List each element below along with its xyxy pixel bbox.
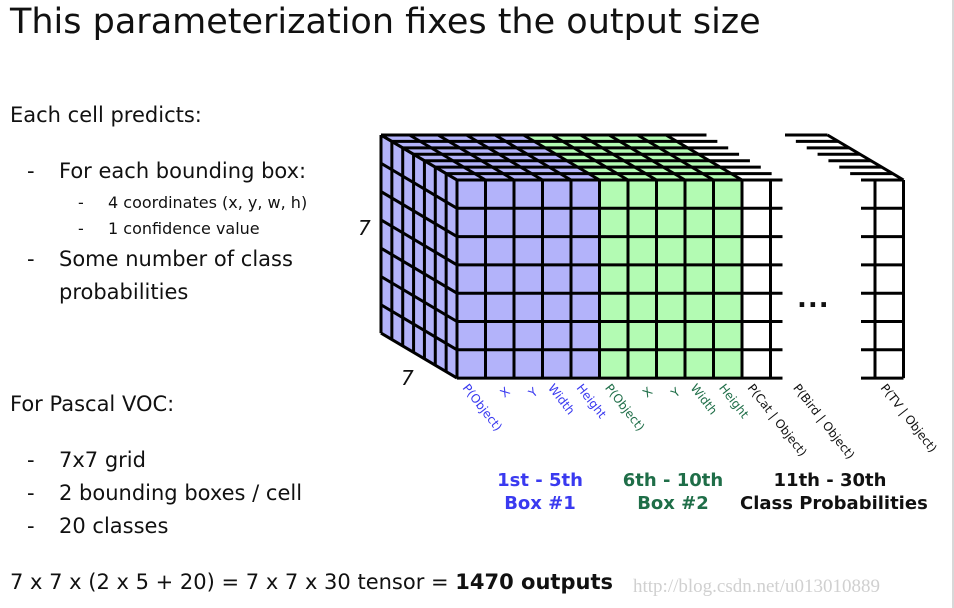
front-cell xyxy=(713,321,742,350)
front-cell xyxy=(656,264,685,294)
front-cell xyxy=(656,321,685,350)
front-cell xyxy=(485,349,514,379)
front-cell xyxy=(485,293,514,322)
front-cell xyxy=(542,293,571,322)
front-cell xyxy=(599,180,628,209)
front-cell xyxy=(656,236,685,265)
front-cell xyxy=(628,321,657,350)
group-box2-range: 6th - 10th xyxy=(622,470,724,491)
front-cell xyxy=(571,293,600,322)
front-cell xyxy=(628,180,657,209)
front-cell xyxy=(685,293,714,322)
grid-height-label: 7 xyxy=(358,216,371,240)
front-cell xyxy=(628,208,657,237)
front-cell xyxy=(571,208,600,237)
front-cell xyxy=(599,208,628,237)
front-cell xyxy=(457,236,486,265)
channel-label: P(TV | Object) xyxy=(878,381,940,455)
front-cell xyxy=(713,349,742,379)
front-cell xyxy=(742,293,771,322)
front-cell xyxy=(457,180,486,209)
front-cell xyxy=(514,180,543,209)
channel-label: Width xyxy=(688,381,721,417)
front-cell xyxy=(685,180,714,209)
front-cell xyxy=(542,349,571,379)
front-cell xyxy=(571,236,600,265)
front-cell xyxy=(514,208,543,237)
front-cell xyxy=(742,180,771,209)
front-cell xyxy=(599,264,628,294)
front-cell xyxy=(685,208,714,237)
front-cell xyxy=(514,349,543,379)
front-cell xyxy=(514,264,543,294)
grid-width-label: 7 xyxy=(401,366,414,390)
front-cell xyxy=(485,236,514,265)
front-cell xyxy=(485,180,514,209)
group-box1: 1st - 5th Box #1 xyxy=(480,469,600,515)
front-cell xyxy=(628,293,657,322)
front-cell xyxy=(742,208,771,237)
front-cell xyxy=(599,293,628,322)
front-cell xyxy=(656,180,685,209)
front-cell xyxy=(457,208,486,237)
channel-label: Y xyxy=(525,384,541,401)
front-cell xyxy=(656,208,685,237)
group-box2: 6th - 10th Box #2 xyxy=(603,469,743,515)
front-cell xyxy=(628,349,657,379)
group-classes-name: Class Probabilities xyxy=(740,493,928,514)
front-cell xyxy=(599,321,628,350)
watermark: http://blog.csdn.net/u013010889 xyxy=(633,576,880,597)
group-box1-name: Box #1 xyxy=(504,493,576,514)
front-cell xyxy=(656,293,685,322)
front-cell xyxy=(485,321,514,350)
ellipsis: ... xyxy=(797,284,830,314)
front-cell xyxy=(485,264,514,294)
front-cell xyxy=(571,180,600,209)
front-cell xyxy=(457,321,486,350)
group-classes-range: 11th - 30th xyxy=(773,470,887,491)
front-cell xyxy=(457,349,486,379)
front-cell xyxy=(485,208,514,237)
front-cell xyxy=(685,236,714,265)
front-cell xyxy=(571,264,600,294)
front-cell xyxy=(457,264,486,294)
front-cell xyxy=(713,236,742,265)
front-cell xyxy=(542,321,571,350)
front-cell xyxy=(685,349,714,379)
front-cell xyxy=(628,236,657,265)
front-cell xyxy=(571,321,600,350)
front-cell xyxy=(542,264,571,294)
front-cell xyxy=(514,321,543,350)
front-cell xyxy=(713,264,742,294)
front-cell xyxy=(656,349,685,379)
front-cell xyxy=(742,236,771,265)
channel-label: Y xyxy=(668,384,684,401)
front-cell xyxy=(742,264,771,294)
channel-label: X xyxy=(497,384,512,400)
channel-label: Width xyxy=(545,381,578,417)
front-cell xyxy=(628,264,657,294)
front-cell xyxy=(685,264,714,294)
front-cell xyxy=(599,349,628,379)
front-cell xyxy=(514,293,543,322)
front-cell xyxy=(713,293,742,322)
group-box2-name: Box #2 xyxy=(637,493,709,514)
front-cell xyxy=(542,180,571,209)
front-cell xyxy=(514,236,543,265)
front-cell xyxy=(742,321,771,350)
front-cell xyxy=(542,208,571,237)
group-classes: 11th - 30th Class Probabilities xyxy=(740,469,928,515)
front-cell xyxy=(713,208,742,237)
group-box1-range: 1st - 5th xyxy=(497,470,583,491)
front-cell xyxy=(742,349,771,379)
front-cell xyxy=(713,180,742,209)
front-cell xyxy=(457,293,486,322)
front-cell xyxy=(599,236,628,265)
front-cell xyxy=(571,349,600,379)
channel-label: X xyxy=(640,384,655,400)
front-cell xyxy=(542,236,571,265)
front-cell xyxy=(685,321,714,350)
